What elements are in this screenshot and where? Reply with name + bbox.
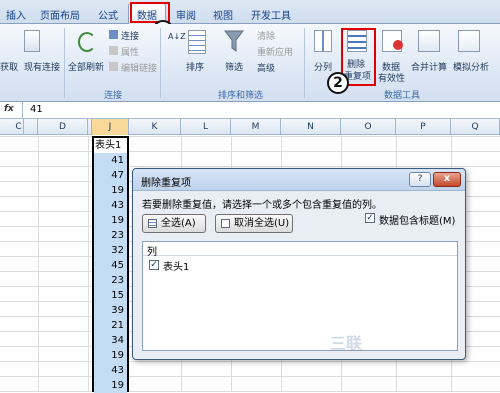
close-button[interactable]: x xyxy=(433,172,461,187)
column-header-p[interactable]: P xyxy=(396,119,451,135)
dialog-title-bar: 删除重复项 ? x xyxy=(133,169,465,191)
properties-icon xyxy=(109,46,118,55)
separator xyxy=(304,28,305,98)
select-all-icon xyxy=(148,219,157,228)
group-sort-filter-label: 排序和筛选 xyxy=(218,91,264,101)
table-cell[interactable]: 45 xyxy=(94,258,127,273)
edit-links-button[interactable]: 编辑链接 xyxy=(121,61,157,74)
advanced-button[interactable]: 高级 xyxy=(257,61,275,74)
sort-icon xyxy=(188,30,206,54)
refresh-icon xyxy=(78,32,96,52)
column-header-q[interactable]: Q xyxy=(451,119,500,135)
filter-button[interactable]: 筛选 xyxy=(225,60,243,73)
existing-connections-button[interactable]: 现有连接 xyxy=(24,60,60,73)
column-headers: C D E I J K L M N O P Q xyxy=(0,119,500,135)
existing-connections-icon xyxy=(24,30,40,52)
remove-duplicates-dialog: 删除重复项 ? x 若要删除重复值，请选择一个或多个包含重复值的列。 全选(A)… xyxy=(132,168,466,360)
column-header-m[interactable]: M xyxy=(231,119,281,135)
column-header-j[interactable]: J xyxy=(92,119,129,135)
formula-bar-divider xyxy=(22,102,23,118)
formula-bar: fx 41 xyxy=(0,102,500,119)
tab-view[interactable]: 视图 xyxy=(213,7,233,22)
formula-input[interactable]: 41 xyxy=(30,104,43,115)
columns-listbox[interactable]: 列 ✓ 表头1 xyxy=(142,241,458,351)
header-checkbox[interactable]: ✓ xyxy=(365,213,375,223)
table-cell[interactable]: 21 xyxy=(94,318,127,333)
select-all-button[interactable]: 全选(A) xyxy=(142,214,206,233)
sort-az-icon[interactable]: A↓Z xyxy=(168,32,186,41)
column-checkbox[interactable]: ✓ xyxy=(149,260,159,270)
get-external-data-partial[interactable]: 获取 xyxy=(0,60,18,73)
filter-icon xyxy=(224,30,244,52)
ribbon-data: 获取 现有连接 全部刷新 连接 属性 编辑链接 连接 A↓Z 排序 筛选 清除 … xyxy=(0,24,500,102)
column-header-k[interactable]: K xyxy=(129,119,181,135)
table-cell[interactable]: 41 xyxy=(94,153,127,168)
header-cell[interactable]: 表头1 xyxy=(94,138,127,153)
edit-links-icon xyxy=(109,62,118,71)
consolidate-button[interactable]: 合并计算 xyxy=(411,60,447,73)
dialog-instruction: 若要删除重复值，请选择一个或多个包含重复值的列。 xyxy=(142,200,382,211)
table-cell[interactable]: 43 xyxy=(94,363,127,378)
table-cell[interactable]: 23 xyxy=(94,273,127,288)
table-cell[interactable]: 47 xyxy=(94,168,127,183)
help-button[interactable]: ? xyxy=(409,172,431,187)
text-to-columns-icon xyxy=(314,30,332,52)
what-if-analysis-icon xyxy=(458,30,480,52)
table-cell[interactable]: 39 xyxy=(94,303,127,318)
column-header-d[interactable]: D xyxy=(38,119,88,135)
column-header-l[interactable]: L xyxy=(181,119,231,135)
table-cell[interactable]: 15 xyxy=(94,288,127,303)
clear-button[interactable]: 清除 xyxy=(257,29,275,42)
data-validation-button-line2[interactable]: 有效性 xyxy=(378,71,405,84)
list-header: 列 xyxy=(147,247,157,258)
validation-stop-icon xyxy=(393,40,403,50)
group-data-tools-label: 数据工具 xyxy=(384,91,421,101)
list-header-row: 列 xyxy=(143,242,457,258)
refresh-all-button[interactable]: 全部刷新 xyxy=(68,60,104,73)
tab-formulas[interactable]: 公式 xyxy=(98,7,118,22)
tab-insert[interactable]: 插入 xyxy=(6,7,26,22)
fx-icon[interactable]: fx xyxy=(4,104,14,114)
connections-icon xyxy=(109,30,118,39)
table-cell[interactable]: 19 xyxy=(94,348,127,363)
separator xyxy=(64,28,65,98)
column-item-label: 表头1 xyxy=(163,262,190,273)
unselect-all-icon xyxy=(221,219,230,228)
step-2-badge: 2 xyxy=(327,72,349,94)
unselect-all-button[interactable]: 取消全选(U) xyxy=(215,214,293,233)
properties-button[interactable]: 属性 xyxy=(121,45,139,58)
column-j-selection[interactable]: 表头1 41 47 19 43 19 23 32 45 23 15 39 21 … xyxy=(92,136,129,393)
column-header-c[interactable]: C xyxy=(0,119,38,135)
column-header-o[interactable]: O xyxy=(341,119,396,135)
table-cell[interactable]: 19 xyxy=(94,213,127,228)
group-connections-label: 连接 xyxy=(104,91,123,101)
table-cell[interactable]: 19 xyxy=(94,378,127,393)
table-cell[interactable]: 32 xyxy=(94,243,127,258)
table-cell[interactable]: 34 xyxy=(94,333,127,348)
consolidate-icon xyxy=(418,30,440,52)
table-cell[interactable]: 43 xyxy=(94,198,127,213)
select-all-label: 全选(A) xyxy=(161,218,196,229)
gridline xyxy=(38,136,39,392)
tab-review[interactable]: 审阅 xyxy=(176,7,196,22)
gridline xyxy=(88,136,89,392)
what-if-analysis-button[interactable]: 模拟分析 xyxy=(453,60,489,73)
dialog-title: 删除重复项 xyxy=(141,178,191,189)
table-cell[interactable]: 19 xyxy=(94,183,127,198)
sort-button[interactable]: 排序 xyxy=(186,60,204,73)
text-to-columns-button[interactable]: 分列 xyxy=(314,60,332,73)
connections-button[interactable]: 连接 xyxy=(121,29,139,42)
table-cell[interactable]: 23 xyxy=(94,228,127,243)
unselect-all-label: 取消全选(U) xyxy=(234,218,290,229)
ribbon-tab-bar: 插入 页面布局 公式 数据 审阅 视图 开发工具 xyxy=(0,0,500,25)
reapply-button[interactable]: 重新应用 xyxy=(257,45,293,58)
column-header-n[interactable]: N xyxy=(281,119,341,135)
separator xyxy=(160,28,161,98)
tab-developer[interactable]: 开发工具 xyxy=(251,7,291,22)
tab-page-layout[interactable]: 页面布局 xyxy=(40,7,80,22)
watermark: 三联 xyxy=(330,334,363,353)
header-checkbox-label: 数据包含标题(M) xyxy=(379,216,456,227)
